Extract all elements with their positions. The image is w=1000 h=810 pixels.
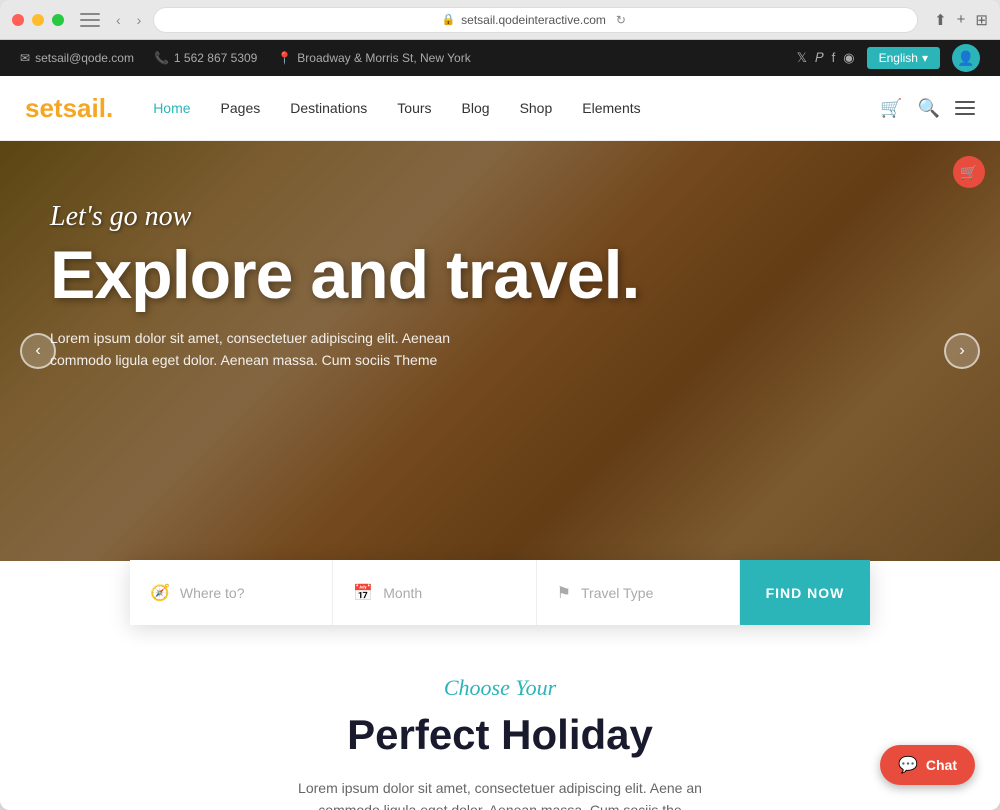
ssl-icon: 🔒 bbox=[441, 13, 455, 26]
email-info: ✉ setsail@qode.com bbox=[20, 51, 134, 65]
dropdown-arrow: ▾ bbox=[922, 51, 928, 65]
minimize-button[interactable] bbox=[32, 14, 44, 26]
chat-label: Chat bbox=[926, 757, 957, 773]
nav-shop[interactable]: Shop bbox=[520, 100, 553, 116]
hero-title: Explore and travel. bbox=[50, 241, 950, 309]
tabs-button[interactable]: ⊞ bbox=[975, 11, 988, 29]
nav-icons: 🛒 🔍 bbox=[880, 98, 975, 119]
hero-prev-button[interactable]: ‹ bbox=[20, 333, 56, 369]
browser-titlebar: ‹ › 🔒 setsail.qodeinteractive.com ↻ ⬆ + … bbox=[0, 0, 1000, 40]
pinterest-icon[interactable]: 𝑃 bbox=[815, 50, 824, 66]
compass-icon: 🧭 bbox=[150, 583, 170, 603]
email-icon: ✉ bbox=[20, 51, 30, 65]
website-content: ✉ setsail@qode.com 📞 1 562 867 5309 📍 Br… bbox=[0, 40, 1000, 810]
chat-button[interactable]: 💬 Chat bbox=[880, 745, 975, 785]
nav-blog[interactable]: Blog bbox=[462, 100, 490, 116]
browser-controls: ‹ › bbox=[80, 10, 145, 30]
sidebar-toggle[interactable] bbox=[80, 13, 100, 27]
nav-tours[interactable]: Tours bbox=[397, 100, 431, 116]
user-icon: 👤 bbox=[957, 50, 974, 67]
new-tab-button[interactable]: + bbox=[957, 11, 966, 28]
section-title: Perfect Holiday bbox=[20, 711, 980, 759]
twitter-icon[interactable]: 𝕏 bbox=[797, 50, 807, 66]
phone-text: 1 562 867 5309 bbox=[174, 51, 257, 65]
travel-type-placeholder: Travel Type bbox=[581, 585, 653, 601]
holiday-section: Choose Your Perfect Holiday Lorem ipsum … bbox=[0, 625, 1000, 810]
back-button[interactable]: ‹ bbox=[112, 10, 125, 30]
nav-elements[interactable]: Elements bbox=[582, 100, 640, 116]
chat-icon: 💬 bbox=[898, 755, 918, 775]
nav-destinations[interactable]: Destinations bbox=[290, 100, 367, 116]
phone-info: 📞 1 562 867 5309 bbox=[154, 51, 257, 65]
search-button[interactable]: 🔍 bbox=[918, 98, 940, 119]
travel-type-field[interactable]: ⚑ Travel Type bbox=[537, 560, 740, 625]
where-field[interactable]: 🧭 Where to? bbox=[130, 560, 333, 625]
calendar-icon: 📅 bbox=[353, 583, 373, 603]
section-subtitle: Choose Your bbox=[20, 675, 980, 701]
hero-content: Let's go now Explore and travel. Lorem i… bbox=[0, 141, 1000, 372]
address-bar[interactable]: 🔒 setsail.qodeinteractive.com ↻ bbox=[153, 7, 918, 33]
logo-dot: . bbox=[106, 93, 113, 123]
reload-button[interactable]: ↻ bbox=[612, 11, 630, 29]
hero-description: Lorem ipsum dolor sit amet, consectetuer… bbox=[50, 327, 480, 372]
browser-frame: ‹ › 🔒 setsail.qodeinteractive.com ↻ ⬆ + … bbox=[0, 0, 1000, 810]
browser-actions: ⬆ + ⊞ bbox=[934, 11, 988, 29]
nav-pages[interactable]: Pages bbox=[221, 100, 261, 116]
cart-badge[interactable]: 🛒 bbox=[953, 156, 985, 188]
email-text: setsail@qode.com bbox=[35, 51, 134, 65]
phone-icon: 📞 bbox=[154, 51, 169, 65]
logo-text: setsail bbox=[25, 93, 106, 123]
hero-tagline: Let's go now bbox=[50, 201, 950, 233]
search-bar: 🧭 Where to? 📅 Month ⚑ Travel Type FIND N… bbox=[130, 560, 870, 625]
hero-section: Let's go now Explore and travel. Lorem i… bbox=[0, 141, 1000, 561]
url-text: setsail.qodeinteractive.com bbox=[461, 13, 606, 27]
top-bar-left: ✉ setsail@qode.com 📞 1 562 867 5309 📍 Br… bbox=[20, 51, 471, 65]
hero-next-button[interactable]: › bbox=[944, 333, 980, 369]
facebook-icon[interactable]: f bbox=[832, 50, 836, 66]
close-button[interactable] bbox=[12, 14, 24, 26]
logo[interactable]: setsail. bbox=[25, 93, 113, 124]
cart-button[interactable]: 🛒 bbox=[880, 98, 902, 119]
menu-button[interactable] bbox=[955, 101, 975, 115]
filter-icon: ⚑ bbox=[557, 583, 571, 603]
address-text: Broadway & Morris St, New York bbox=[297, 51, 470, 65]
location-icon: 📍 bbox=[277, 51, 292, 65]
find-now-button[interactable]: FIND NOW bbox=[740, 560, 870, 625]
language-label: English bbox=[879, 51, 918, 65]
language-button[interactable]: English ▾ bbox=[867, 47, 940, 69]
top-bar-right: 𝕏 𝑃 f ◉ English ▾ 👤 bbox=[797, 44, 980, 72]
month-field[interactable]: 📅 Month bbox=[333, 560, 536, 625]
instagram-icon[interactable]: ◉ bbox=[843, 50, 854, 66]
share-button[interactable]: ⬆ bbox=[934, 11, 947, 29]
section-description: Lorem ipsum dolor sit amet, consectetuer… bbox=[285, 777, 715, 810]
social-icons: 𝕏 𝑃 f ◉ bbox=[797, 50, 855, 66]
nav-home[interactable]: Home bbox=[153, 100, 190, 116]
month-placeholder: Month bbox=[383, 585, 422, 601]
top-bar: ✉ setsail@qode.com 📞 1 562 867 5309 📍 Br… bbox=[0, 40, 1000, 76]
where-placeholder: Where to? bbox=[180, 585, 245, 601]
navbar: setsail. Home Pages Destinations Tours B… bbox=[0, 76, 1000, 141]
forward-button[interactable]: › bbox=[133, 10, 146, 30]
nav-links: Home Pages Destinations Tours Blog Shop … bbox=[153, 100, 880, 116]
user-button[interactable]: 👤 bbox=[952, 44, 980, 72]
address-info: 📍 Broadway & Morris St, New York bbox=[277, 51, 470, 65]
maximize-button[interactable] bbox=[52, 14, 64, 26]
